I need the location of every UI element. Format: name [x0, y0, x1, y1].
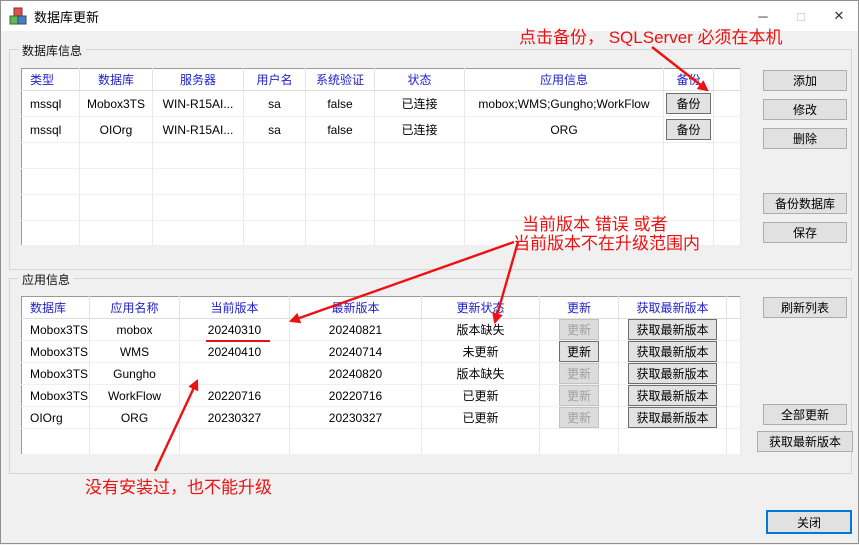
col-header-appinfo[interactable]: 应用信息: [465, 69, 664, 91]
table-row[interactable]: mssql Mobox3TS WIN-R15AI... sa false 已连接…: [22, 91, 741, 117]
cell-status: 已连接: [375, 117, 465, 143]
cell-appname: mobox: [90, 319, 180, 341]
cell-update-status: 已更新: [422, 385, 540, 407]
cell-database: OIOrg: [80, 117, 153, 143]
cell-sysauth: false: [306, 117, 375, 143]
dialog-database-update: 数据库更新 ─ □ ✕ 数据库信息 类型 数据库 服务器 用户名 系统验证 状态…: [0, 0, 859, 544]
app-cubes-icon: [9, 7, 27, 25]
col-header-backup[interactable]: 备份: [664, 69, 714, 91]
cell-latest-version: 20230327: [290, 407, 422, 429]
cell-current-version: [180, 363, 290, 385]
add-button[interactable]: 添加: [763, 70, 847, 91]
cell-username: sa: [244, 117, 306, 143]
close-icon[interactable]: ✕: [820, 1, 858, 31]
cell-latest-version: 20220716: [290, 385, 422, 407]
col-header-username[interactable]: 用户名: [244, 69, 306, 91]
cell-latest-version: 20240714: [290, 341, 422, 363]
update-row-button[interactable]: 更新: [559, 407, 599, 428]
get-latest-row-button[interactable]: 获取最新版本: [628, 319, 716, 340]
col-header-type[interactable]: 类型: [22, 69, 80, 91]
save-button[interactable]: 保存: [763, 222, 847, 243]
update-row-button[interactable]: 更新: [559, 341, 599, 362]
cell-database: Mobox3TS: [22, 385, 90, 407]
table-row-empty: [22, 169, 741, 195]
table-row-empty: [22, 143, 741, 169]
backup-row-button[interactable]: 备份: [666, 119, 710, 140]
table-row[interactable]: Mobox3TS mobox 20240310 20240821 版本缺失 更新…: [22, 319, 741, 341]
cell-latest-version: 20240821: [290, 319, 422, 341]
get-latest-row-button[interactable]: 获取最新版本: [628, 385, 716, 406]
cell-server: WIN-R15AI...: [153, 91, 244, 117]
cell-update-status: 未更新: [422, 341, 540, 363]
cell-server: WIN-R15AI...: [153, 117, 244, 143]
cell-appinfo: mobox;WMS;Gungho;WorkFlow: [465, 91, 664, 117]
cell-status: 已连接: [375, 91, 465, 117]
get-latest-row-button[interactable]: 获取最新版本: [628, 363, 716, 384]
cell-current-version: 20240410: [180, 341, 290, 363]
cell-current-version: 20220716: [180, 385, 290, 407]
annotation-backup-note: 点击备份， SQLServer 必须在本机: [519, 23, 783, 48]
get-latest-row-button[interactable]: 获取最新版本: [628, 407, 716, 428]
cell-database: OIOrg: [22, 407, 90, 429]
col-header-appname[interactable]: 应用名称: [90, 297, 180, 319]
annotation-version-note-line2: 当前版本不在升级范围内: [513, 229, 700, 254]
backup-row-button[interactable]: 备份: [666, 93, 710, 114]
annotation-underline: [206, 340, 270, 342]
window-title: 数据库更新: [34, 7, 99, 26]
cell-type: mssql: [22, 117, 80, 143]
col-header-server[interactable]: 服务器: [153, 69, 244, 91]
col-header-update[interactable]: 更新: [540, 297, 619, 319]
get-latest-row-button[interactable]: 获取最新版本: [628, 341, 716, 362]
table-row[interactable]: OIOrg ORG 20230327 20230327 已更新 更新 获取最新版…: [22, 407, 741, 429]
application-table: 数据库 应用名称 当前版本 最新版本 更新状态 更新 获取最新版本 Mobox3…: [21, 296, 741, 455]
update-row-button[interactable]: 更新: [559, 363, 599, 384]
groupbox-app-info-label: 应用信息: [18, 271, 74, 288]
modify-button[interactable]: 修改: [763, 99, 847, 120]
cell-appname: WMS: [90, 341, 180, 363]
annotation-install-note: 没有安装过，也不能升级: [85, 473, 272, 498]
cell-appname: ORG: [90, 407, 180, 429]
cell-database: Mobox3TS: [22, 319, 90, 341]
table-row[interactable]: Mobox3TS WorkFlow 20220716 20220716 已更新 …: [22, 385, 741, 407]
get-latest-version-button[interactable]: 获取最新版本: [757, 431, 853, 452]
cell-username: sa: [244, 91, 306, 117]
cell-appname: WorkFlow: [90, 385, 180, 407]
table-row[interactable]: Mobox3TS WMS 20240410 20240714 未更新 更新 获取…: [22, 341, 741, 363]
groupbox-database-info-label: 数据库信息: [18, 42, 86, 59]
database-table-header-row: 类型 数据库 服务器 用户名 系统验证 状态 应用信息 备份: [22, 69, 741, 91]
cell-update-status: 版本缺失: [422, 319, 540, 341]
col-header-database[interactable]: 数据库: [22, 297, 90, 319]
maximize-icon[interactable]: □: [782, 1, 820, 31]
delete-button[interactable]: 删除: [763, 128, 847, 149]
close-dialog-button[interactable]: 关闭: [766, 510, 852, 534]
application-table-header-row: 数据库 应用名称 当前版本 最新版本 更新状态 更新 获取最新版本: [22, 297, 741, 319]
cell-current-version: 20230327: [180, 407, 290, 429]
col-header-get-latest[interactable]: 获取最新版本: [619, 297, 727, 319]
backup-database-button[interactable]: 备份数据库: [763, 193, 847, 214]
cell-update-status: 已更新: [422, 407, 540, 429]
cell-type: mssql: [22, 91, 80, 117]
refresh-list-button[interactable]: 刷新列表: [763, 297, 847, 318]
cell-sysauth: false: [306, 91, 375, 117]
cell-database: Mobox3TS: [80, 91, 153, 117]
cell-latest-version: 20240820: [290, 363, 422, 385]
col-header-status[interactable]: 状态: [375, 69, 465, 91]
col-header-database[interactable]: 数据库: [80, 69, 153, 91]
col-header-current-version[interactable]: 当前版本: [180, 297, 290, 319]
cell-update-status: 版本缺失: [422, 363, 540, 385]
cell-database: Mobox3TS: [22, 363, 90, 385]
update-all-button[interactable]: 全部更新: [763, 404, 847, 425]
cell-current-version: 20240310: [180, 319, 290, 341]
cell-database: Mobox3TS: [22, 341, 90, 363]
table-row[interactable]: mssql OIOrg WIN-R15AI... sa false 已连接 OR…: [22, 117, 741, 143]
cell-appname: Gungho: [90, 363, 180, 385]
update-row-button[interactable]: 更新: [559, 319, 599, 340]
table-row-empty: [22, 429, 741, 455]
col-header-sysauth[interactable]: 系统验证: [306, 69, 375, 91]
col-header-update-status[interactable]: 更新状态: [422, 297, 540, 319]
update-row-button[interactable]: 更新: [559, 385, 599, 406]
col-header-latest-version[interactable]: 最新版本: [290, 297, 422, 319]
table-row[interactable]: Mobox3TS Gungho 20240820 版本缺失 更新 获取最新版本: [22, 363, 741, 385]
cell-appinfo: ORG: [465, 117, 664, 143]
